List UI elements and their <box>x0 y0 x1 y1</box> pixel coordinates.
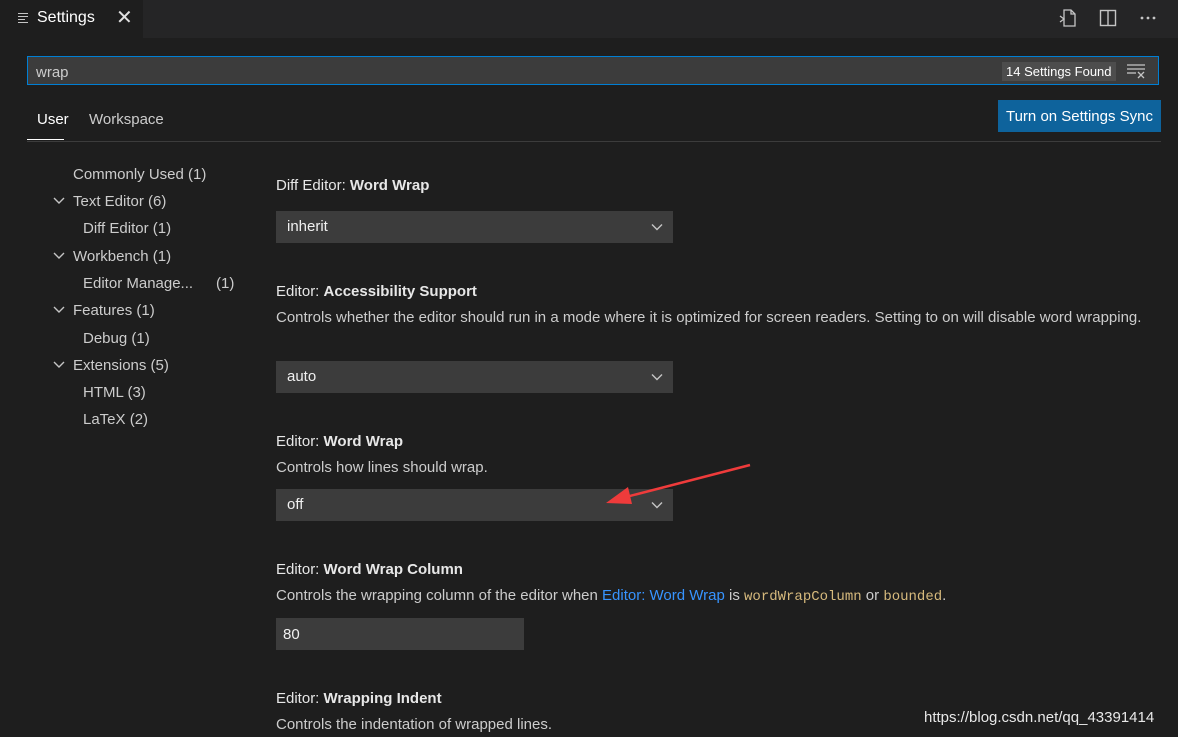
active-tab-indicator <box>27 139 64 140</box>
word-wrap-column-input[interactable] <box>276 618 524 650</box>
chevron-down-icon[interactable] <box>52 194 66 208</box>
setting-title-wrapping-indent: Editor: Wrapping Indent <box>276 690 442 707</box>
toc-item-editor-management[interactable]: Editor Manage... (1) <box>83 275 234 292</box>
close-icon[interactable]: ✕ <box>116 5 133 30</box>
setting-title-word-wrap-column: Editor: Word Wrap Column <box>276 561 463 578</box>
watermark: https://blog.csdn.net/qq_43391414 <box>924 709 1155 726</box>
toc-item-extensions[interactable]: Extensions (5) <box>73 357 169 374</box>
tab-workspace[interactable]: Workspace <box>89 111 164 128</box>
setting-title-accessibility-support: Editor: Accessibility Support <box>276 283 477 300</box>
settings-search-box: 14 Settings Found <box>27 56 1159 85</box>
chevron-down-icon[interactable] <box>52 249 66 263</box>
chevron-down-icon[interactable] <box>52 358 66 372</box>
toc-item-features[interactable]: Features (1) <box>73 302 155 319</box>
diff-word-wrap-select[interactable]: inherit <box>276 211 673 243</box>
toc-item-latex[interactable]: LaTeX (2) <box>83 411 148 428</box>
toc-item-debug[interactable]: Debug (1) <box>83 330 150 347</box>
toc-item-workbench[interactable]: Workbench (1) <box>73 248 171 265</box>
editor-tab-bar: Settings ✕ <box>0 0 1178 38</box>
search-input[interactable] <box>34 61 938 83</box>
open-settings-json-icon[interactable] <box>1048 6 1088 30</box>
chevron-down-icon <box>651 224 663 231</box>
setting-description: Controls whether the editor should run i… <box>276 309 1142 326</box>
results-count-badge: 14 Settings Found <box>1002 62 1116 81</box>
annotation-arrow <box>606 463 751 504</box>
setting-title-word-wrap: Editor: Word Wrap <box>276 433 403 450</box>
split-editor-icon[interactable] <box>1088 6 1128 30</box>
header-divider <box>27 141 1161 142</box>
tab-title: Settings <box>37 9 95 26</box>
toc-item-text-editor[interactable]: Text Editor (6) <box>73 193 166 210</box>
chevron-down-icon[interactable] <box>52 303 66 317</box>
toc-item-html[interactable]: HTML (3) <box>83 384 146 401</box>
setting-description: Controls the wrapping column of the edit… <box>276 587 947 605</box>
chevron-down-icon <box>651 374 663 381</box>
editor-actions <box>1048 6 1168 30</box>
accessibility-support-select[interactable]: auto <box>276 361 673 393</box>
more-actions-icon[interactable] <box>1128 6 1168 30</box>
setting-title-diff-word-wrap: Diff Editor: Word Wrap <box>276 177 430 194</box>
toc-item-diff-editor[interactable]: Diff Editor (1) <box>83 220 171 237</box>
turn-on-settings-sync-button[interactable]: Turn on Settings Sync <box>998 100 1161 132</box>
clear-filter-icon[interactable] <box>1126 63 1146 79</box>
tab-user[interactable]: User <box>37 111 69 128</box>
settings-file-icon <box>18 13 28 24</box>
settings-tab[interactable]: Settings ✕ <box>0 0 143 38</box>
toc-item-commonly-used[interactable]: Commonly Used (1) <box>73 166 206 183</box>
word-wrap-setting-link[interactable]: Editor: Word Wrap <box>602 587 725 604</box>
